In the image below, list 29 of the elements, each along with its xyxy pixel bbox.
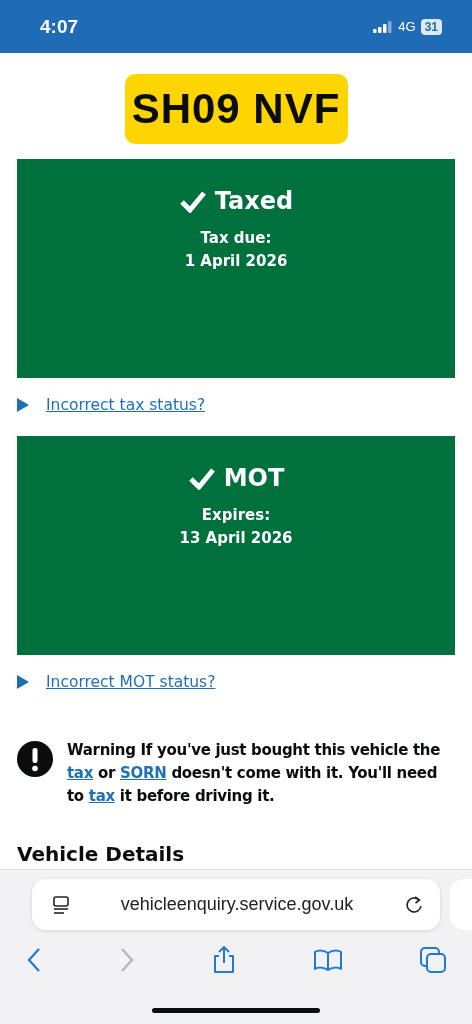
address-bar[interactable]: vehicleenquiry.service.gov.uk xyxy=(32,879,440,930)
clock-time: 4:07 xyxy=(40,15,79,38)
network-label: 4G xyxy=(398,19,416,34)
disclosure-link[interactable]: Incorrect tax status? xyxy=(46,396,206,414)
text-link[interactable]: tax xyxy=(88,787,115,805)
back-icon[interactable] xyxy=(26,947,42,973)
disclosure-link[interactable]: Incorrect MOT status? xyxy=(46,673,216,691)
number-plate: SH09 NVF xyxy=(124,74,348,144)
text-link[interactable]: SORN xyxy=(120,764,167,782)
status-title: Taxed xyxy=(214,187,294,215)
date-value: 1 April 2026 xyxy=(184,252,288,270)
exclamation-icon xyxy=(17,741,53,777)
reload-icon xyxy=(404,894,424,915)
triangle-icon xyxy=(17,398,29,412)
tabs-icon[interactable] xyxy=(420,947,446,973)
book-icon[interactable] xyxy=(313,948,343,972)
share-icon[interactable] xyxy=(212,946,236,974)
signal-icon xyxy=(373,20,394,33)
date-label: Expires: xyxy=(201,506,271,524)
triangle-icon xyxy=(17,675,29,689)
battery-level: 31 xyxy=(420,18,442,35)
date-label: Tax due: xyxy=(200,229,272,247)
date-value: 13 April 2026 xyxy=(179,529,293,547)
status-title: MOT xyxy=(223,464,285,492)
text-link[interactable]: tax xyxy=(67,764,94,782)
page-menu-icon xyxy=(52,895,70,914)
warning-text: Warning If you've just bought this vehicle the tax or SORN doesn't come with it. You'll need to tax it before driving it. xyxy=(67,740,442,807)
section-heading: Vehicle Details xyxy=(17,842,186,866)
url-text: vehicleenquiry.service.gov.uk xyxy=(120,894,354,915)
